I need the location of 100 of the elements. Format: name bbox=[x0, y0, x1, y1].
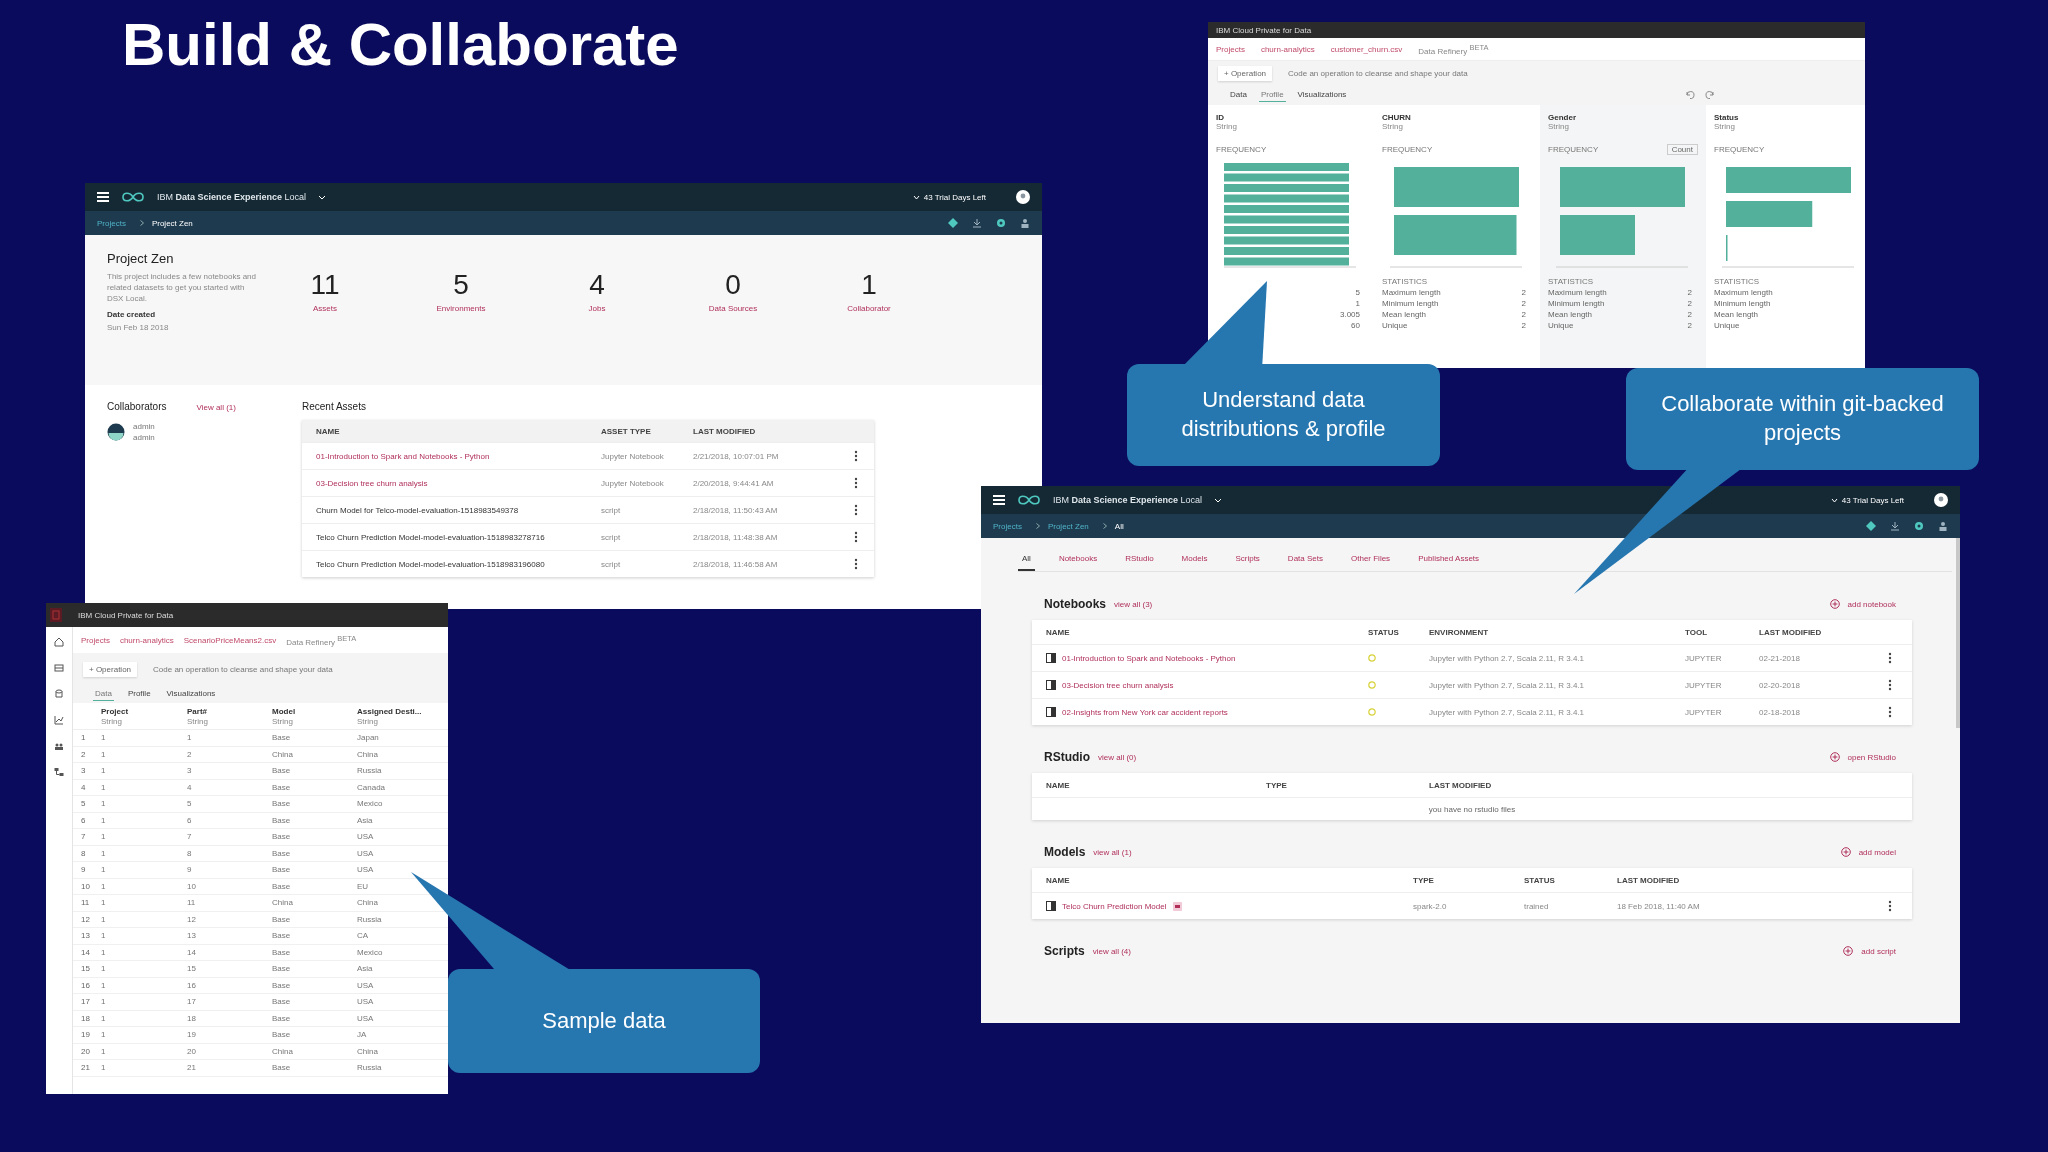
section-action-link[interactable]: add model bbox=[1858, 847, 1896, 857]
chart-icon[interactable] bbox=[54, 715, 64, 725]
row-number: 21 bbox=[81, 1063, 91, 1073]
column-type: String bbox=[1714, 122, 1736, 131]
user-icon[interactable] bbox=[1938, 521, 1948, 531]
tab[interactable]: Models bbox=[1177, 550, 1212, 571]
home-icon[interactable] bbox=[54, 637, 64, 647]
view-all-link[interactable]: view all (4) bbox=[1092, 946, 1131, 956]
asset-name-link[interactable]: Telco Churn Prediction Model bbox=[1062, 901, 1167, 911]
breadcrumb-link[interactable]: churn-analytics bbox=[1260, 44, 1315, 54]
view-all-link[interactable]: view all (1) bbox=[1093, 847, 1132, 857]
tab[interactable]: Visualizations bbox=[1295, 88, 1349, 102]
column-name: ID bbox=[1216, 113, 1225, 122]
add-circle-icon[interactable] bbox=[1840, 847, 1851, 857]
overflow-menu-icon[interactable] bbox=[854, 531, 858, 543]
download-icon[interactable] bbox=[972, 218, 982, 228]
undo-icon[interactable] bbox=[1685, 90, 1695, 100]
breadcrumb-link[interactable]: Projects bbox=[97, 218, 126, 228]
trial-days-text[interactable]: 43 Trial Days Left bbox=[923, 192, 986, 202]
stat-label[interactable]: Collaborator bbox=[847, 304, 891, 313]
overflow-menu-icon[interactable] bbox=[854, 504, 858, 516]
caret-icon[interactable] bbox=[1214, 497, 1223, 503]
asset-name[interactable]: 01-Introduction to Spark and Notebooks - Python bbox=[316, 451, 601, 461]
tab[interactable]: Notebooks bbox=[1054, 550, 1102, 571]
operation-button[interactable]: + Operation bbox=[83, 661, 138, 677]
people-icon[interactable] bbox=[54, 741, 64, 751]
section-title: Recent Assets bbox=[302, 401, 367, 412]
row-number: 14 bbox=[81, 947, 91, 957]
add-circle-icon[interactable] bbox=[1829, 752, 1840, 762]
overflow-menu-icon[interactable] bbox=[1888, 652, 1892, 664]
breadcrumb-link[interactable]: Projects bbox=[993, 521, 1022, 531]
asset-name[interactable]: 03-Decision tree churn analysis bbox=[316, 478, 601, 488]
overflow-menu-icon[interactable] bbox=[854, 558, 858, 570]
download-icon[interactable] bbox=[1890, 521, 1900, 531]
tab[interactable]: Profile bbox=[1258, 88, 1286, 102]
redo-icon[interactable] bbox=[1705, 90, 1715, 100]
overflow-menu-icon[interactable] bbox=[1888, 679, 1892, 691]
tab[interactable]: Scripts bbox=[1231, 550, 1264, 571]
infinity-logo-icon bbox=[121, 191, 145, 203]
table-cell-text: Jupyter with Python 2.7, Scala 2.11, R 3.4.1 bbox=[1429, 707, 1586, 717]
row-number: 15 bbox=[81, 964, 91, 974]
overflow-menu-icon[interactable] bbox=[854, 477, 858, 489]
overflow-menu-icon[interactable] bbox=[854, 450, 858, 462]
breadcrumb-link[interactable]: ScenarioPriceMeans2.csv bbox=[183, 635, 277, 645]
stat-label[interactable]: Data Sources bbox=[708, 304, 758, 313]
menu-icon[interactable] bbox=[97, 192, 109, 202]
section-action-link[interactable]: add script bbox=[1861, 946, 1896, 956]
add-circle-icon[interactable] bbox=[1829, 599, 1840, 609]
asset-name-link[interactable]: 02-Insights from New York car accident reports bbox=[1062, 707, 1228, 717]
add-circle-icon[interactable] bbox=[1843, 946, 1854, 956]
table-cell-text: 3 bbox=[187, 766, 193, 776]
breadcrumb-link[interactable]: customer_churn.csv bbox=[1330, 44, 1403, 54]
stat-label[interactable]: Environments bbox=[436, 304, 486, 313]
statistic-value: 2 bbox=[1687, 310, 1692, 319]
diamond-icon[interactable] bbox=[1866, 521, 1876, 531]
operation-button[interactable]: + Operation bbox=[1218, 65, 1273, 81]
stat-label[interactable]: Jobs bbox=[588, 304, 606, 313]
section-action-link[interactable]: open RStudio bbox=[1847, 752, 1896, 762]
breadcrumb-link[interactable]: Project Zen bbox=[1047, 521, 1089, 531]
tab[interactable]: Other Files bbox=[1347, 550, 1395, 571]
settings-icon[interactable] bbox=[1914, 521, 1924, 531]
user-avatar-icon[interactable] bbox=[1016, 190, 1030, 204]
breadcrumb-link[interactable]: Project Zen bbox=[151, 218, 193, 228]
frequency-label: FREQUENCY bbox=[1714, 144, 1765, 154]
view-all-link[interactable]: View all (1) bbox=[196, 403, 236, 412]
stat-label[interactable]: Assets bbox=[313, 304, 337, 313]
asset-name-link[interactable]: 03-Decision tree churn analysis bbox=[1062, 680, 1174, 690]
breadcrumb-link[interactable]: Projects bbox=[81, 635, 110, 645]
tab[interactable]: RStudio bbox=[1121, 550, 1158, 571]
caret-icon[interactable] bbox=[318, 194, 327, 200]
flow-icon[interactable] bbox=[54, 767, 64, 777]
tab[interactable]: Data Sets bbox=[1283, 550, 1327, 571]
scrollbar[interactable] bbox=[1956, 538, 1960, 728]
tab[interactable]: Data bbox=[1228, 88, 1249, 102]
breadcrumb-link[interactable]: Projects bbox=[1216, 44, 1245, 54]
diamond-icon[interactable] bbox=[948, 218, 958, 228]
grid-icon[interactable] bbox=[54, 663, 64, 673]
database-icon[interactable] bbox=[54, 689, 64, 699]
trial-days-text[interactable]: 43 Trial Days Left bbox=[1841, 495, 1904, 505]
breadcrumb-link[interactable]: churn-analytics bbox=[119, 635, 174, 645]
view-all-link[interactable]: view all (3) bbox=[1114, 599, 1153, 609]
overflow-menu-icon[interactable] bbox=[1888, 706, 1892, 718]
asset-name-link[interactable]: 01-Introduction to Spark and Notebooks - Python bbox=[1062, 653, 1236, 663]
view-all-link[interactable]: view all (0) bbox=[1098, 752, 1137, 762]
tab[interactable]: All bbox=[1018, 550, 1035, 571]
tab[interactable]: Visualizations bbox=[164, 687, 218, 701]
tab[interactable]: Data bbox=[93, 687, 114, 701]
tab[interactable]: Published Assets bbox=[1414, 550, 1484, 571]
settings-icon[interactable] bbox=[996, 218, 1006, 228]
statistic-name: Minimum length bbox=[1714, 299, 1771, 308]
section-action-link[interactable]: add notebook bbox=[1847, 599, 1896, 609]
table-cell-text: Base bbox=[272, 832, 292, 842]
column-type: String bbox=[101, 716, 123, 726]
user-icon[interactable] bbox=[1020, 218, 1030, 228]
count-toggle[interactable]: Count bbox=[1666, 143, 1698, 155]
user-avatar-icon[interactable] bbox=[1934, 493, 1948, 507]
menu-icon[interactable] bbox=[993, 495, 1005, 505]
tab[interactable]: Profile bbox=[125, 687, 153, 701]
overflow-menu-icon[interactable] bbox=[1888, 900, 1892, 912]
breadcrumb-link[interactable]: All bbox=[1114, 521, 1124, 531]
